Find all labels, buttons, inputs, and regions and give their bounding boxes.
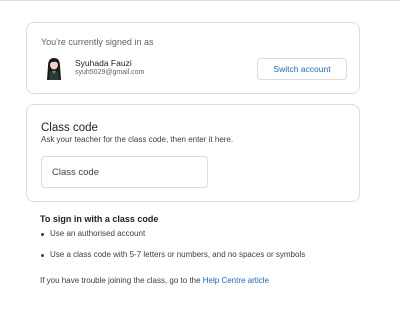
class-code-input[interactable] xyxy=(41,156,208,188)
avatar-image xyxy=(47,58,61,80)
signed-in-label: You're currently signed in as xyxy=(41,37,154,47)
header-divider xyxy=(0,0,400,1)
help-list-item: Use an authorised account xyxy=(40,229,305,238)
class-code-title: Class code xyxy=(41,122,98,134)
trouble-text-label: If you have trouble joining the class, g… xyxy=(40,276,203,285)
class-code-card: Class code Ask your teacher for the clas… xyxy=(26,104,360,202)
avatar xyxy=(43,56,65,80)
help-list-item: Use a class code with 5-7 letters or num… xyxy=(40,250,305,259)
help-list: Use an authorised account Use a class co… xyxy=(40,229,305,259)
user-name: Syuhada Fauzi xyxy=(75,58,132,68)
class-code-description: Ask your teacher for the class code, the… xyxy=(41,135,234,144)
help-centre-link[interactable]: Help Centre article xyxy=(203,276,269,285)
account-card: You're currently signed in as Syuhada Fa… xyxy=(26,22,360,94)
trouble-text: If you have trouble joining the class, g… xyxy=(40,276,269,285)
switch-account-button[interactable]: Switch account xyxy=(257,58,347,80)
help-title: To sign in with a class code xyxy=(40,214,159,224)
user-email: syuh5029@gmail.com xyxy=(75,69,145,76)
